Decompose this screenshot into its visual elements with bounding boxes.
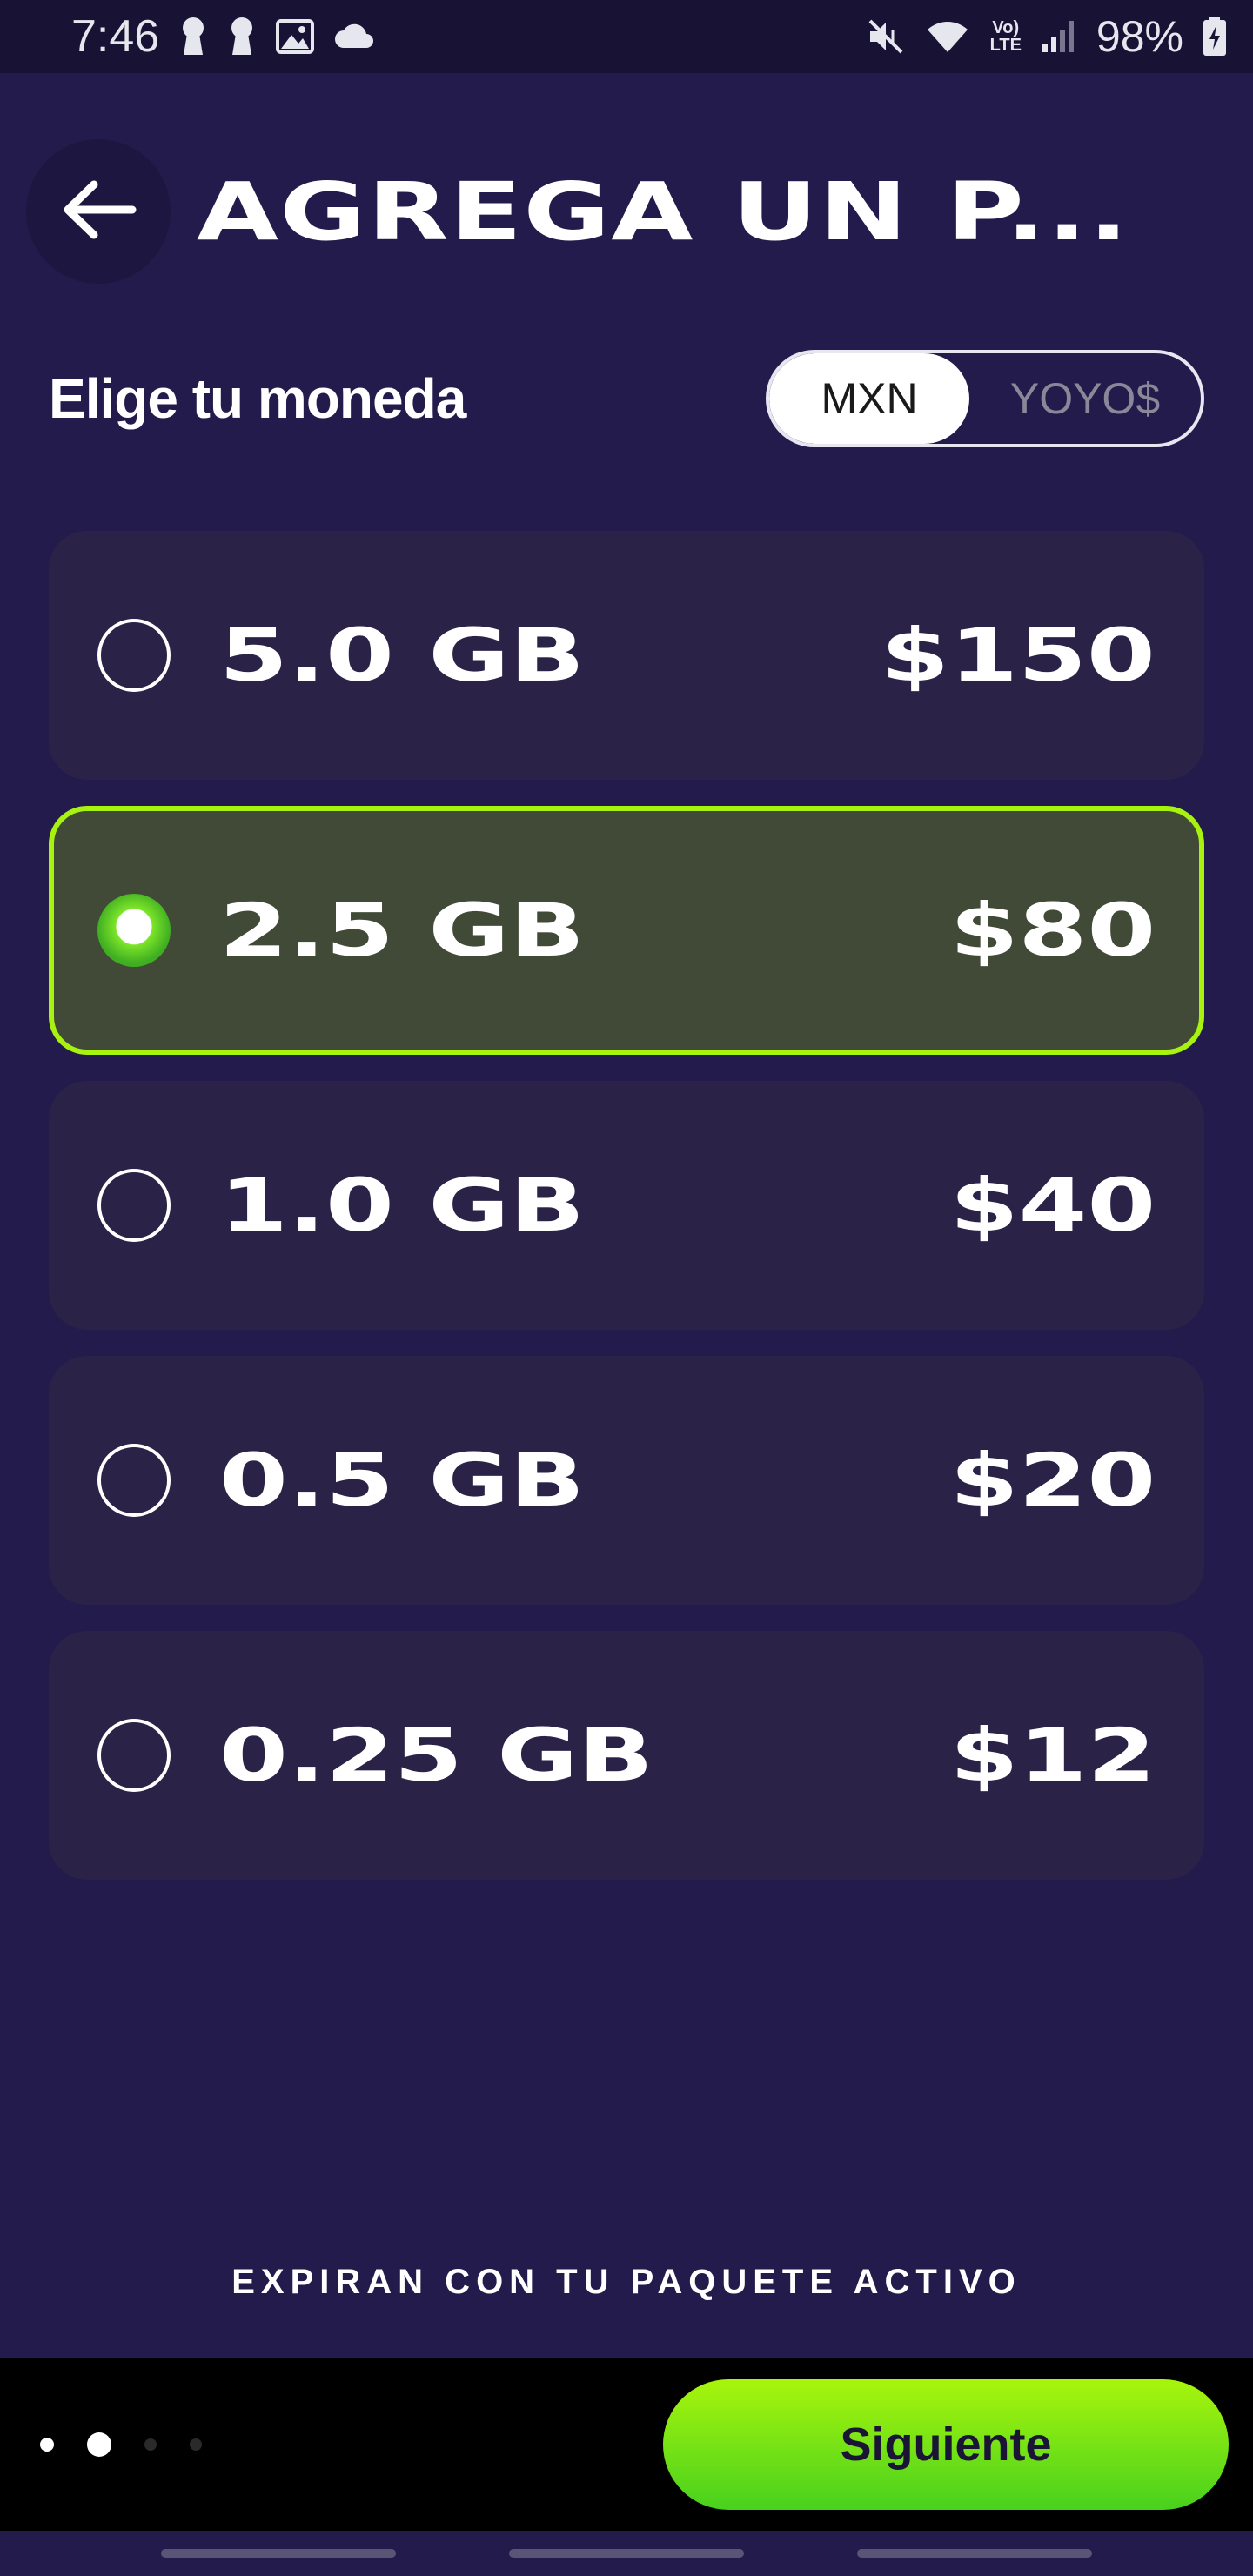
plan-price: $150 <box>881 613 1156 698</box>
back-button[interactable] <box>26 139 171 284</box>
plan-option-1gb[interactable]: 1.0 GB $40 <box>49 1081 1204 1330</box>
plan-option-2-5gb[interactable]: 2.5 GB $80 <box>49 806 1204 1055</box>
keyhole-icon <box>178 17 208 57</box>
radio-button[interactable] <box>97 1719 171 1792</box>
mute-icon <box>867 17 905 56</box>
arrow-left-icon <box>59 179 137 245</box>
plan-size: 1.0 GB <box>219 1163 585 1248</box>
plan-size: 0.5 GB <box>219 1438 585 1523</box>
page-title: AGREGA UN P... <box>197 164 1130 258</box>
radio-button[interactable] <box>97 1169 171 1242</box>
nav-back[interactable] <box>857 2549 1092 2558</box>
plan-option-5gb[interactable]: 5.0 GB $150 <box>49 531 1204 780</box>
page-dot <box>190 2438 202 2451</box>
plan-option-0-25gb[interactable]: 0.25 GB $12 <box>49 1631 1204 1880</box>
status-right: Vo) LTE 98% <box>867 11 1227 62</box>
radio-button[interactable] <box>97 619 171 692</box>
image-icon <box>276 19 315 54</box>
battery-percent: 98% <box>1096 12 1183 61</box>
wifi-icon <box>924 17 971 56</box>
currency-toggle[interactable]: MXN YOYO$ <box>766 350 1204 447</box>
cloud-icon <box>333 23 375 50</box>
page-indicator <box>40 2432 202 2457</box>
status-bar: 7:46 Vo) LTE 98% <box>0 0 1253 73</box>
status-time: 7:46 <box>71 11 160 62</box>
keyhole-icon <box>227 17 257 57</box>
plan-size: 2.5 GB <box>219 888 585 973</box>
plan-list: 5.0 GB $150 2.5 GB $80 1.0 GB $40 0.5 GB… <box>49 531 1204 1906</box>
volte-indicator: Vo) LTE <box>989 18 1022 55</box>
plan-size: 0.25 GB <box>219 1713 653 1798</box>
next-button[interactable]: Siguiente <box>663 2379 1229 2510</box>
system-nav-bar <box>0 2531 1253 2576</box>
plan-price: $40 <box>949 1163 1156 1248</box>
status-left: 7:46 <box>71 10 375 63</box>
page-dot-active <box>87 2432 111 2457</box>
currency-option-mxn[interactable]: MXN <box>769 353 969 444</box>
currency-option-yoyo[interactable]: YOYO$ <box>969 353 1201 444</box>
signal-icon <box>1041 19 1077 54</box>
page-header: AGREGA UN P... <box>26 139 1129 284</box>
plan-price: $20 <box>949 1438 1156 1523</box>
currency-selector-row: Elige tu moneda MXN YOYO$ <box>49 348 1204 449</box>
radio-button-selected[interactable] <box>97 894 171 967</box>
plan-size: 5.0 GB <box>219 613 585 698</box>
page-dot <box>144 2438 157 2451</box>
nav-recents[interactable] <box>161 2549 396 2558</box>
bottom-bar: Siguiente <box>0 2358 1253 2531</box>
radio-button[interactable] <box>97 1444 171 1517</box>
page-dot <box>40 2438 54 2452</box>
nav-home[interactable] <box>509 2549 744 2558</box>
battery-icon <box>1203 17 1227 57</box>
plan-option-0-5gb[interactable]: 0.5 GB $20 <box>49 1356 1204 1605</box>
plan-price: $12 <box>949 1713 1156 1798</box>
currency-label: Elige tu moneda <box>49 367 466 430</box>
expiration-note: EXPIRAN CON TU PAQUETE ACTIVO <box>231 2263 1022 2301</box>
plan-price: $80 <box>949 888 1156 973</box>
